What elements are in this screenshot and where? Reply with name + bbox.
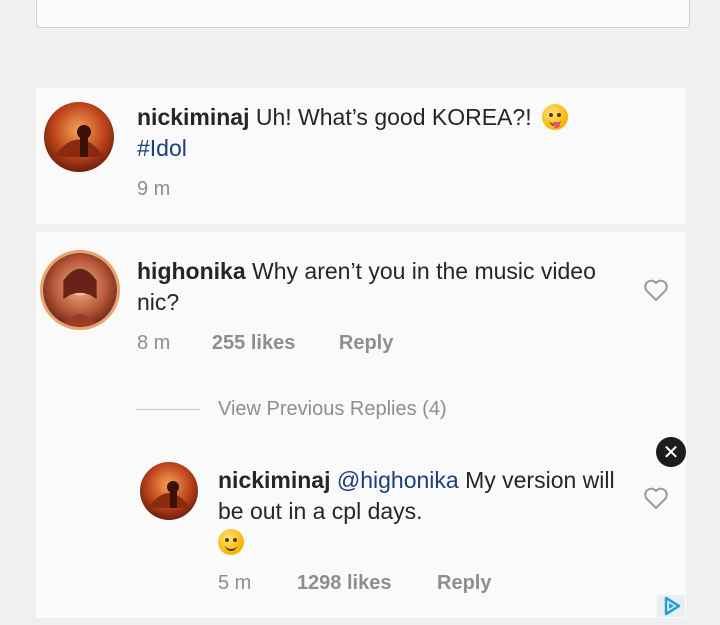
avatar[interactable] <box>140 462 198 520</box>
heart-outline-icon <box>644 487 668 509</box>
comments-screen: nickiminaj Uh! What’s good KOREA?! #Idol… <box>0 0 720 625</box>
reply-button[interactable]: Reply <box>437 572 491 595</box>
adchoices-icon[interactable] <box>657 595 685 617</box>
avatar-image <box>44 102 114 172</box>
avatar-image <box>43 253 117 327</box>
timestamp: 8 m <box>137 332 171 354</box>
comment-body: highonika Why aren’t you in the music vi… <box>137 256 607 318</box>
reply-button[interactable]: Reply <box>339 332 393 355</box>
mention-link[interactable]: @highonika <box>337 467 459 493</box>
like-heart-icon[interactable] <box>643 278 669 302</box>
comment-meta: 9 m <box>137 178 170 201</box>
smiling-emoji-icon <box>218 529 244 555</box>
view-previous-replies[interactable]: View Previous Replies (4) <box>136 398 447 421</box>
timestamp: 5 m <box>218 572 252 594</box>
avatar[interactable] <box>40 250 120 330</box>
comment-meta: 8 m 255 likes Reply <box>137 332 393 355</box>
close-icon[interactable]: ✕ <box>656 437 686 467</box>
comment-body: nickiminaj Uh! What’s good KOREA?! #Idol <box>137 102 657 164</box>
comment-card-main: nickiminaj Uh! What’s good KOREA?! #Idol… <box>36 88 686 224</box>
heart-outline-icon <box>644 279 668 301</box>
reply-meta: 5 m 1298 likes Reply <box>218 572 491 595</box>
winking-tongue-emoji-icon <box>541 104 568 130</box>
comment-thread-card: highonika Why aren’t you in the music vi… <box>36 232 686 618</box>
divider-line <box>136 409 200 411</box>
play-triangle-icon <box>664 596 681 616</box>
hashtag-link[interactable]: #Idol <box>137 135 187 161</box>
view-previous-replies-label[interactable]: View Previous Replies (4) <box>218 398 447 420</box>
timestamp: 9 m <box>137 178 171 200</box>
avatar-image <box>140 462 198 520</box>
like-heart-icon[interactable] <box>643 486 669 510</box>
likes-count[interactable]: 255 likes <box>212 332 295 355</box>
comment-text: Uh! What’s good KOREA?! <box>255 104 532 130</box>
avatar[interactable] <box>44 102 114 172</box>
username[interactable]: nickiminaj <box>218 467 330 493</box>
reply-body: nickiminaj @highonika My version will be… <box>218 465 623 558</box>
username[interactable]: nickiminaj <box>137 104 249 130</box>
likes-count[interactable]: 1298 likes <box>297 572 392 595</box>
username[interactable]: highonika <box>137 258 246 284</box>
previous-post-card <box>36 0 690 28</box>
